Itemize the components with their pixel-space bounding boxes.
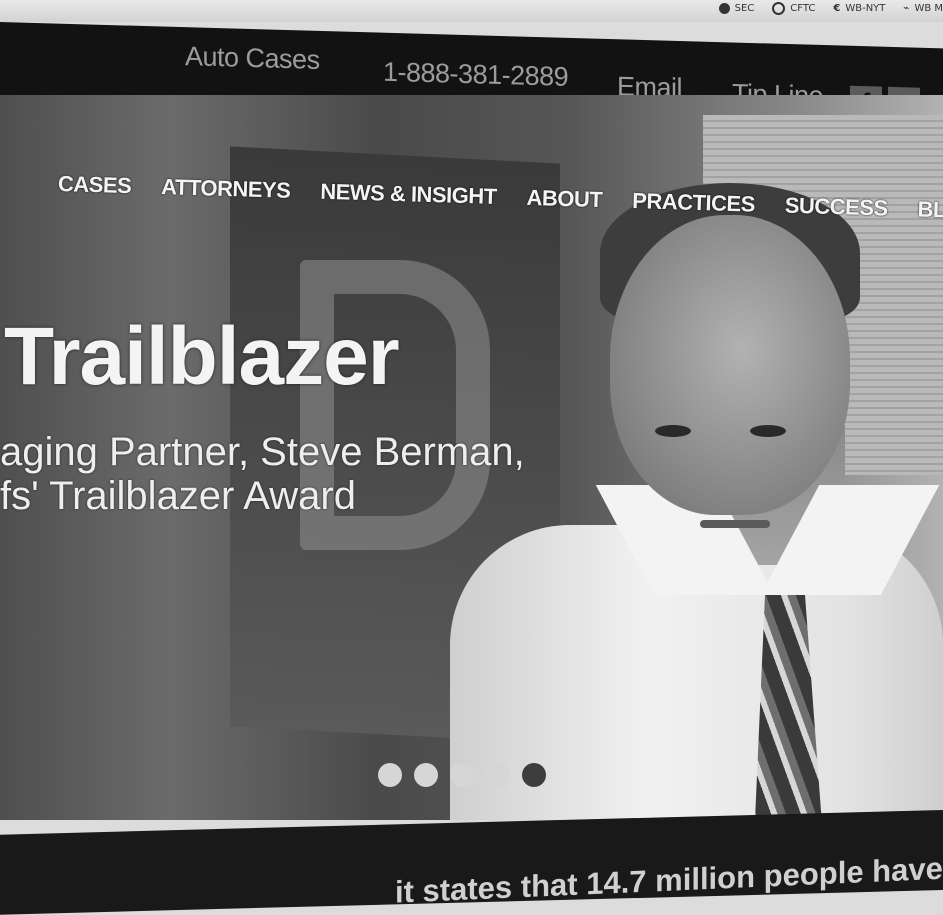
bookmark-list: SEC CFTC € WB-NYT ⌁ WB M [718,2,943,15]
right-eye [750,425,786,437]
mouth [700,520,770,528]
statement-bar: it states that 14.7 million people have … [0,810,943,915]
wb-icon: ⌁ [903,3,910,14]
statement-text: it states that 14.7 million people have … [395,848,943,910]
nav-about[interactable]: ABOUT [526,185,602,213]
hero-subtitle: aging Partner, Steve Berman, fs' Trailbl… [0,430,525,518]
slide-dot-4[interactable] [486,763,510,787]
slider-dots [378,763,546,787]
bookmark-wb-m[interactable]: ⌁ WB M [903,2,943,15]
hero-banner: CASES ATTORNEYS NEWS & INSIGHT ABOUT PRA… [0,95,943,820]
nav-practices[interactable]: PRACTICES [632,188,755,218]
nav-cases[interactable]: CASES [58,171,132,199]
hero-title: Trailblazer [4,311,400,402]
slide-dot-1[interactable] [378,763,402,787]
hero-subtitle-line2: fs' Trailblazer Award [0,474,356,518]
slide-dot-3[interactable] [450,763,474,787]
browser-bookmark-bar: SEC CFTC € WB-NYT ⌁ WB M [0,0,943,22]
nav-attorneys[interactable]: ATTORNEYS [161,174,291,204]
nav-news-insight[interactable]: NEWS & INSIGHT [320,179,497,210]
bookmark-cftc[interactable]: CFTC [772,2,815,15]
left-eye [655,425,691,437]
nav-success[interactable]: SUCCESS [784,193,888,222]
cftc-icon [772,2,786,15]
bookmark-wb-nyt[interactable]: € WB-NYT [833,2,885,15]
slide-dot-2[interactable] [414,763,438,787]
slide-dot-5[interactable] [522,763,546,787]
nav-blog[interactable]: BLOG [917,197,943,225]
bookmark-sec[interactable]: SEC [718,2,754,15]
auto-cases-link[interactable]: Auto Cases [185,41,320,76]
hero-subtitle-line1: aging Partner, Steve Berman, [0,430,525,474]
face [610,215,850,515]
nyt-icon: € [833,3,841,14]
sec-icon [718,3,730,14]
phone-link[interactable]: 1-888-381-2889 [383,57,568,93]
